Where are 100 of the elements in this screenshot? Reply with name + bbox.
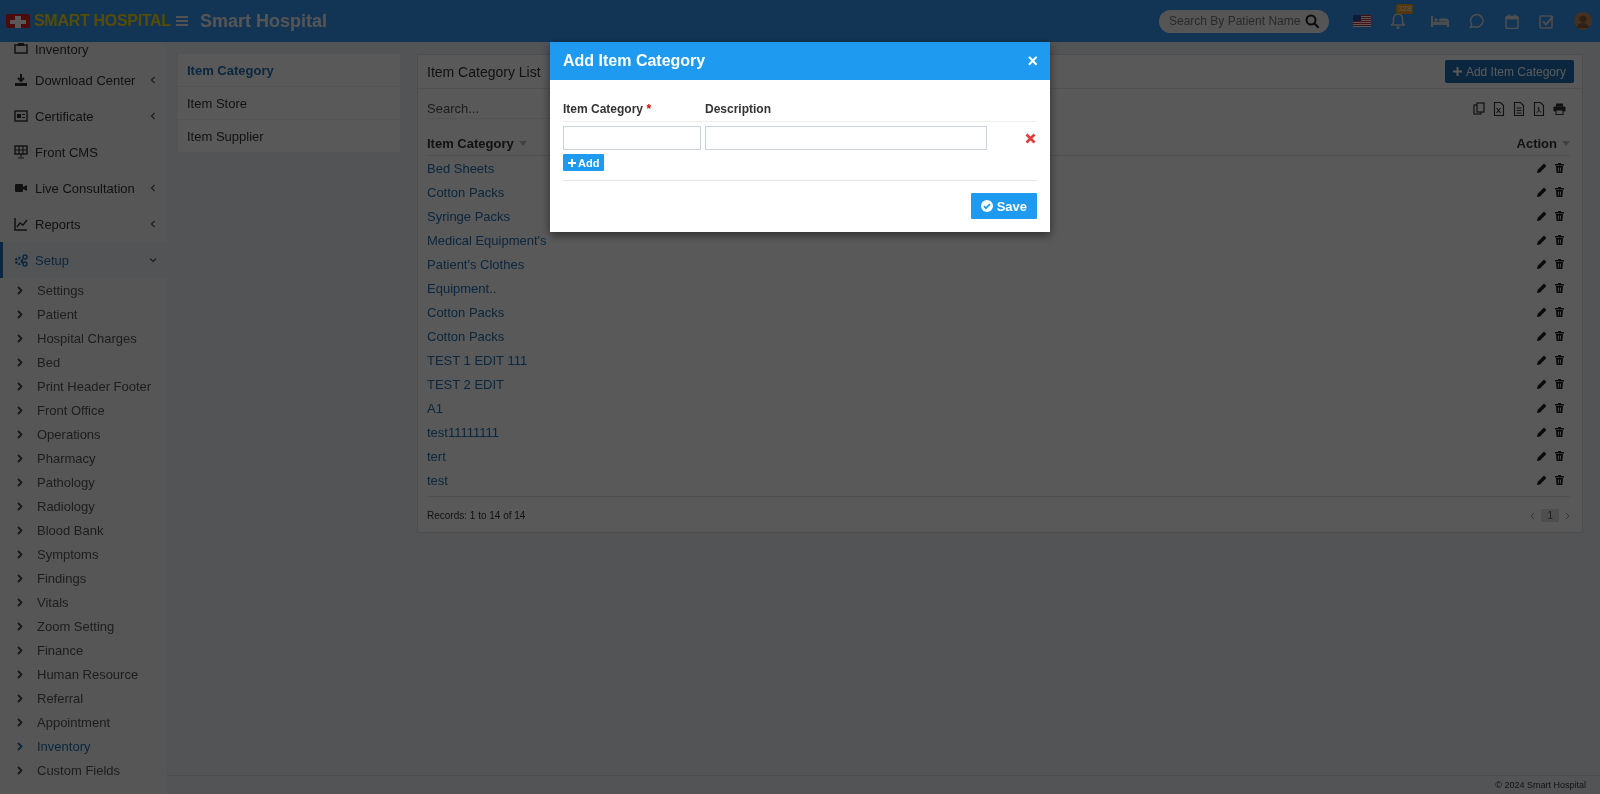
edit-pencil-icon[interactable] — [1537, 235, 1547, 245]
category-link[interactable]: tert — [427, 448, 446, 464]
flag-icon[interactable] — [1353, 15, 1371, 27]
column-header[interactable]: Item Category — [427, 135, 514, 151]
edit-pencil-icon[interactable] — [1537, 379, 1547, 389]
submenu-item[interactable]: Front Office — [0, 398, 167, 422]
description-field[interactable] — [705, 126, 987, 150]
chat-bubble-icon[interactable] — [1469, 13, 1485, 29]
category-link[interactable]: TEST 2 EDIT — [427, 376, 505, 392]
category-link[interactable]: test — [427, 472, 448, 488]
submenu-item[interactable]: Hospital Charges — [0, 326, 167, 350]
category-link[interactable]: Cotton Packs — [427, 184, 505, 200]
trash-icon[interactable] — [1555, 211, 1564, 221]
submenu-item[interactable]: Vitals — [0, 590, 167, 614]
submenu-item[interactable]: Bed — [0, 350, 167, 374]
submenu-item[interactable]: Settings — [0, 278, 167, 302]
excel-file-icon[interactable] — [1493, 102, 1505, 116]
trash-icon[interactable] — [1555, 427, 1564, 437]
csv-file-icon[interactable] — [1513, 102, 1525, 116]
settings-tab[interactable]: Item Category — [178, 54, 400, 86]
edit-pencil-icon[interactable] — [1537, 283, 1547, 293]
trash-icon[interactable] — [1555, 235, 1564, 245]
submenu-item[interactable]: Patient — [0, 302, 167, 326]
chevron-right-icon — [17, 693, 23, 703]
print-icon[interactable] — [1553, 103, 1566, 115]
notification-bell[interactable]: 328 — [1391, 4, 1411, 29]
submenu-item[interactable]: Pathology — [0, 470, 167, 494]
category-link[interactable]: A1 — [427, 400, 443, 416]
sidebar-item[interactable]: Inventory — [0, 42, 167, 62]
submenu-item[interactable]: Custom Fields — [0, 758, 167, 782]
category-link[interactable]: Syringe Packs — [427, 208, 511, 224]
edit-pencil-icon[interactable] — [1537, 403, 1547, 413]
app-title: Smart Hospital — [200, 10, 328, 32]
submenu-item[interactable]: Blood Bank — [0, 518, 167, 542]
edit-pencil-icon[interactable] — [1537, 475, 1547, 485]
edit-pencil-icon[interactable] — [1537, 355, 1547, 365]
trash-icon[interactable] — [1555, 403, 1564, 413]
remove-row-icon[interactable] — [1025, 132, 1036, 144]
sort-caret-icon[interactable] — [518, 140, 527, 146]
edit-pencil-icon[interactable] — [1537, 211, 1547, 221]
category-link[interactable]: Medical Equipment's — [427, 232, 547, 248]
trash-icon[interactable] — [1555, 163, 1564, 173]
trash-icon[interactable] — [1555, 355, 1564, 365]
menu-icon[interactable] — [176, 16, 188, 26]
settings-tab[interactable]: Item Store — [178, 87, 400, 119]
calendar-icon[interactable] — [1505, 13, 1519, 29]
trash-icon[interactable] — [1555, 451, 1564, 461]
sidebar-item[interactable]: Certificate — [0, 98, 167, 134]
next-page-icon[interactable] — [1565, 511, 1570, 520]
add-row-button[interactable]: Add — [563, 154, 605, 171]
category-link[interactable]: Cotton Packs — [427, 328, 505, 344]
edit-pencil-icon[interactable] — [1537, 187, 1547, 197]
previous-page-icon[interactable] — [1530, 511, 1536, 520]
trash-icon[interactable] — [1555, 307, 1564, 317]
edit-pencil-icon[interactable] — [1537, 307, 1547, 317]
search-icon[interactable] — [1305, 14, 1319, 28]
sidebar-item[interactable]: Reports — [0, 206, 167, 242]
submenu-item[interactable]: Print Header Footer — [0, 374, 167, 398]
submenu-item[interactable]: Referral — [0, 686, 167, 710]
submenu-item[interactable]: Finance — [0, 638, 167, 662]
sort-caret-icon[interactable] — [1562, 140, 1570, 146]
submenu-item[interactable]: Human Resource — [0, 662, 167, 686]
settings-tab[interactable]: Item Supplier — [178, 120, 400, 152]
submenu-item[interactable]: Zoom Setting — [0, 614, 167, 638]
trash-icon[interactable] — [1555, 475, 1564, 485]
submenu-item[interactable]: Findings — [0, 566, 167, 590]
submenu-item[interactable]: Inventory — [0, 734, 167, 758]
trash-icon[interactable] — [1555, 187, 1564, 197]
add-item-category-button[interactable]: Add Item Category — [1444, 60, 1574, 83]
save-button[interactable]: Save — [970, 193, 1037, 219]
trash-icon[interactable] — [1555, 331, 1564, 341]
pdf-file-icon[interactable] — [1533, 102, 1545, 116]
trash-icon[interactable] — [1555, 283, 1564, 293]
category-link[interactable]: Equipment.. — [427, 280, 497, 296]
edit-pencil-icon[interactable] — [1537, 331, 1547, 341]
checkbox-icon[interactable] — [1539, 13, 1554, 29]
submenu-item[interactable]: Operations — [0, 422, 167, 446]
edit-pencil-icon[interactable] — [1537, 259, 1547, 269]
close-button[interactable]: × — [1027, 52, 1038, 70]
edit-pencil-icon[interactable] — [1537, 163, 1547, 173]
submenu-item[interactable]: Radiology — [0, 494, 167, 518]
submenu-item[interactable]: Pharmacy — [0, 446, 167, 470]
sidebar-item[interactable]: Front CMS — [0, 134, 167, 170]
category-link[interactable]: Patient's Clothes — [427, 256, 525, 272]
trash-icon[interactable] — [1555, 259, 1564, 269]
copy-icon[interactable] — [1473, 102, 1485, 116]
trash-icon[interactable] — [1555, 379, 1564, 389]
submenu-item[interactable]: Symptoms — [0, 542, 167, 566]
category-link[interactable]: Cotton Packs — [427, 304, 505, 320]
edit-pencil-icon[interactable] — [1537, 427, 1547, 437]
column-header[interactable]: Action — [1516, 135, 1557, 151]
category-link[interactable]: test11111111 — [427, 424, 500, 440]
bed-icon[interactable] — [1431, 15, 1449, 27]
sidebar-item[interactable]: Download Center — [0, 62, 167, 98]
category-link[interactable]: Bed Sheets — [427, 160, 495, 176]
edit-pencil-icon[interactable] — [1537, 451, 1547, 461]
submenu-item[interactable]: Appointment — [0, 710, 167, 734]
category-link[interactable]: TEST 1 EDIT 111 — [427, 352, 528, 368]
sidebar-item[interactable]: Live Consultation — [0, 170, 167, 206]
item-category-field[interactable] — [563, 126, 701, 150]
